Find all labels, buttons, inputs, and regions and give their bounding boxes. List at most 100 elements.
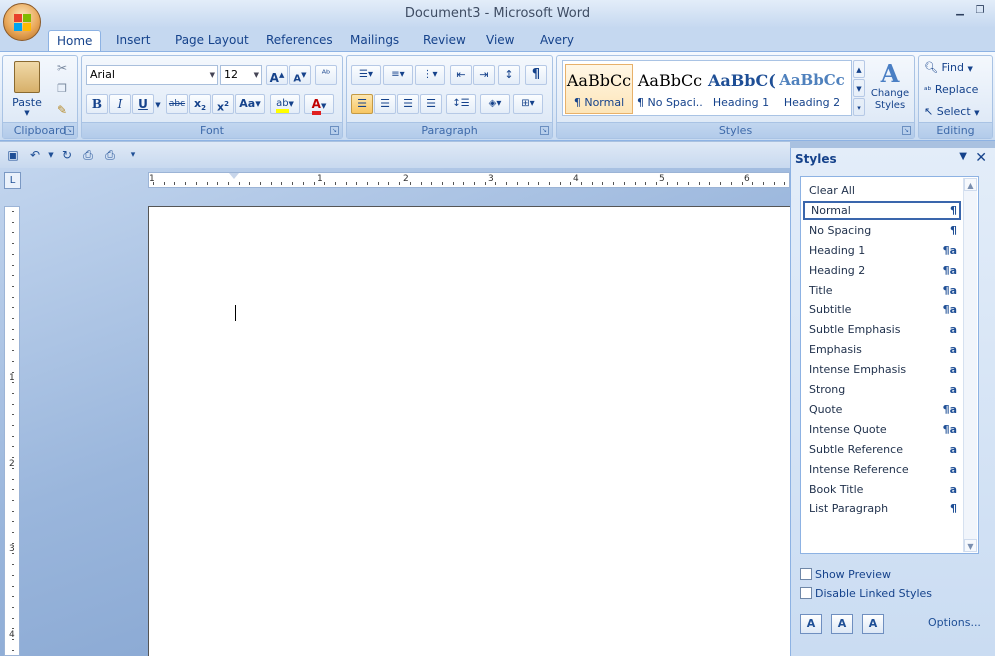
disable-linked-styles-checkbox[interactable] — [800, 587, 812, 599]
undo-dropdown-icon[interactable]: ▼ — [43, 147, 59, 163]
style-list-item[interactable]: Heading 2 ¶a — [803, 261, 961, 280]
style-normal-button[interactable]: AaBbCc ¶ Normal — [565, 64, 633, 114]
clipboard-launcher-icon[interactable]: ↘ — [65, 126, 74, 135]
paste-button[interactable]: Paste ▼ — [7, 58, 47, 118]
underline-dropdown-icon[interactable]: ▼ — [154, 96, 162, 112]
gallery-down-icon[interactable]: ▼ — [853, 79, 865, 97]
undo-icon[interactable]: ↶ — [27, 147, 43, 163]
shading-button[interactable]: ◈▾ — [480, 94, 510, 114]
highlight-button[interactable]: ab▼ — [270, 94, 300, 114]
tab-home[interactable]: Home — [48, 30, 102, 51]
style-list-item[interactable]: Emphasis a — [803, 340, 961, 359]
multilevel-list-button[interactable]: ⋮▾ — [415, 65, 445, 85]
horizontal-ruler[interactable]: 1 1 2 3 4 5 6 — [148, 172, 790, 188]
subscript-button[interactable]: x2 — [189, 94, 211, 114]
gallery-up-icon[interactable]: ▲ — [853, 60, 865, 78]
gallery-more-icon[interactable]: ▾ — [853, 98, 865, 116]
clear-formatting-icon[interactable]: ᴬᵇ — [315, 65, 337, 85]
restore-icon[interactable]: ❐ — [973, 4, 987, 18]
new-style-button[interactable]: A — [800, 614, 822, 634]
bullets-button[interactable]: ☰▾ — [351, 65, 381, 85]
style-heading1-button[interactable]: AaBbC( Heading 1 — [707, 64, 776, 114]
format-painter-icon[interactable]: ✎ — [53, 102, 71, 120]
grow-font-button[interactable]: A▲ — [266, 65, 288, 85]
style-list-item[interactable]: List Paragraph ¶ — [803, 499, 961, 518]
decrease-indent-button[interactable]: ⇤ — [450, 65, 472, 85]
print-preview-icon[interactable]: ⎙ — [80, 147, 96, 163]
save-icon[interactable]: ▣ — [5, 147, 21, 163]
numbering-button[interactable]: ≡▾ — [383, 65, 413, 85]
styles-scrollbar[interactable]: ▲ ▼ — [963, 178, 977, 552]
scroll-down-icon[interactable]: ▼ — [964, 539, 977, 552]
style-list-item[interactable]: No Spacing ¶ — [803, 221, 961, 240]
style-list-item[interactable]: Intense Reference a — [803, 460, 961, 479]
tab-insert[interactable]: Insert — [108, 30, 158, 51]
style-no-spacing-button[interactable]: AaBbCc ¶ No Spaci... — [636, 64, 704, 114]
style-list-item[interactable]: Intense Emphasis a — [803, 360, 961, 379]
tab-avery[interactable]: Avery — [532, 30, 582, 51]
style-list-item[interactable]: Clear All — [803, 181, 961, 200]
close-icon[interactable]: ✕ — [975, 150, 987, 166]
justify-button[interactable]: ☰ — [420, 94, 442, 114]
increase-indent-button[interactable]: ⇥ — [473, 65, 495, 85]
pane-menu-icon[interactable]: ▼ — [959, 151, 967, 162]
shrink-font-button[interactable]: A▼ — [289, 65, 311, 85]
font-size-combo[interactable]: 12 ▼ — [220, 65, 262, 85]
show-preview-checkbox[interactable] — [800, 568, 812, 580]
replace-button[interactable]: ᵃᵇ Replace — [923, 80, 989, 98]
redo-icon[interactable]: ↻ — [59, 147, 75, 163]
font-color-button[interactable]: A▼ — [304, 94, 334, 115]
style-list-item[interactable]: Intense Quote ¶a — [803, 420, 961, 439]
print-icon[interactable]: ⎙ — [102, 147, 118, 163]
indent-marker-icon[interactable] — [229, 173, 239, 179]
tab-references[interactable]: References — [258, 30, 341, 51]
underline-button[interactable]: U — [132, 94, 154, 114]
find-button[interactable]: 🔍︎ Find ▼ — [923, 58, 989, 76]
options-link[interactable]: Options... — [928, 616, 981, 629]
strikethrough-button[interactable]: abc — [166, 94, 188, 114]
align-left-button[interactable]: ☰ — [351, 94, 373, 114]
superscript-button[interactable]: x2 — [212, 94, 234, 114]
cut-icon[interactable]: ✂ — [53, 60, 71, 78]
style-list-item[interactable]: Heading 1 ¶a — [803, 241, 961, 260]
style-heading2-button[interactable]: AaBbCc Heading 2 — [778, 64, 846, 114]
style-list-item[interactable]: Quote ¶a — [803, 400, 961, 419]
style-list-item[interactable]: Book Title a — [803, 480, 961, 499]
style-list-item[interactable]: Title ¶a — [803, 281, 961, 300]
tab-view[interactable]: View — [478, 30, 522, 51]
style-list-item[interactable]: Subtitle ¶a — [803, 300, 961, 319]
ruler-tick — [602, 182, 604, 185]
tab-selector-icon[interactable]: L — [4, 172, 21, 189]
bold-button[interactable]: B — [86, 94, 108, 114]
document-page[interactable] — [148, 206, 876, 656]
font-name-combo[interactable]: Arial ▼ — [86, 65, 218, 85]
italic-button[interactable]: I — [109, 94, 131, 114]
office-button[interactable] — [3, 3, 41, 41]
show-marks-button[interactable]: ¶ — [525, 65, 547, 85]
change-case-button[interactable]: Aa▾ — [235, 94, 265, 114]
style-list-item[interactable]: Subtle Emphasis a — [803, 320, 961, 339]
style-list-item[interactable]: Normal ¶ — [803, 200, 961, 220]
select-button[interactable]: ↖ Select ▼ — [923, 102, 989, 120]
tab-review[interactable]: Review — [415, 30, 474, 51]
borders-button[interactable]: ⊞▾ — [513, 94, 543, 114]
align-center-button[interactable]: ☰ — [374, 94, 396, 114]
customize-qat-icon[interactable]: ▾ — [125, 147, 141, 163]
style-list-item[interactable]: Subtle Reference a — [803, 440, 961, 459]
manage-styles-button[interactable]: A — [862, 614, 884, 634]
style-list-item[interactable]: Strong a — [803, 380, 961, 399]
line-spacing-button[interactable]: ↕☰ — [446, 94, 476, 114]
sort-button[interactable]: ↕ — [498, 65, 520, 85]
change-styles-button[interactable]: A Change Styles — [868, 58, 912, 120]
vertical-ruler[interactable]: 1 2 3 4 — [4, 206, 20, 656]
paragraph-launcher-icon[interactable]: ↘ — [540, 126, 549, 135]
tab-mailings[interactable]: Mailings — [342, 30, 407, 51]
align-right-button[interactable]: ☰ — [397, 94, 419, 114]
style-inspector-button[interactable]: A — [831, 614, 853, 634]
styles-launcher-icon[interactable]: ↘ — [902, 126, 911, 135]
minimize-icon[interactable]: ▁ — [953, 4, 967, 18]
copy-icon[interactable]: ❐ — [53, 81, 71, 99]
scroll-up-icon[interactable]: ▲ — [964, 178, 977, 191]
font-launcher-icon[interactable]: ↘ — [330, 126, 339, 135]
tab-page-layout[interactable]: Page Layout — [167, 30, 257, 51]
